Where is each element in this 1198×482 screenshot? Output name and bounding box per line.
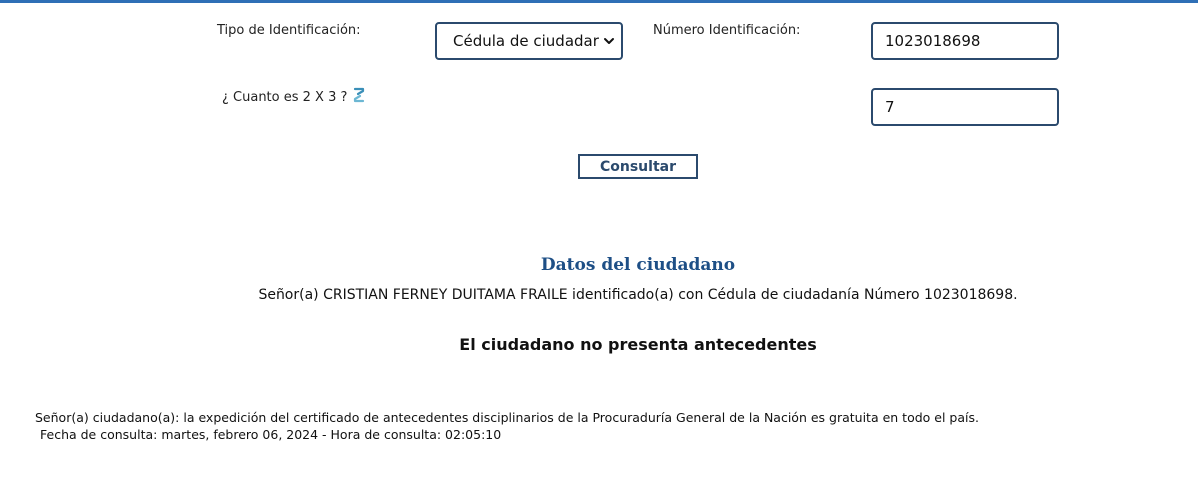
id-type-selected-value: Cédula de ciudadar: [453, 32, 599, 50]
consult-button[interactable]: Consultar: [578, 154, 698, 179]
id-number-input[interactable]: [871, 22, 1059, 60]
id-type-label: Tipo de Identificación:: [217, 23, 361, 38]
citizen-identification-text: Señor(a) CRISTIAN FERNEY DUITAMA FRAILE …: [258, 287, 1018, 303]
footer-query-datetime: Fecha de consulta: martes, febrero 06, 2…: [40, 427, 502, 442]
captcha-answer-input[interactable]: [871, 88, 1059, 126]
chevron-down-icon: [604, 38, 614, 44]
footer-free-certificate-note: Señor(a) ciudadano(a): la expedición del…: [35, 410, 979, 425]
captcha-question-label: ¿ Cuanto es 2 X 3 ?: [222, 90, 348, 105]
citizen-data-title: Datos del ciudadano: [540, 255, 736, 275]
id-type-select[interactable]: Cédula de ciudadar: [435, 22, 623, 60]
refresh-icon[interactable]: [352, 87, 366, 103]
top-accent-bar: [0, 0, 1198, 3]
records-status-text: El ciudadano no presenta antecedentes: [459, 335, 817, 354]
id-number-label: Número Identificación:: [653, 23, 801, 38]
